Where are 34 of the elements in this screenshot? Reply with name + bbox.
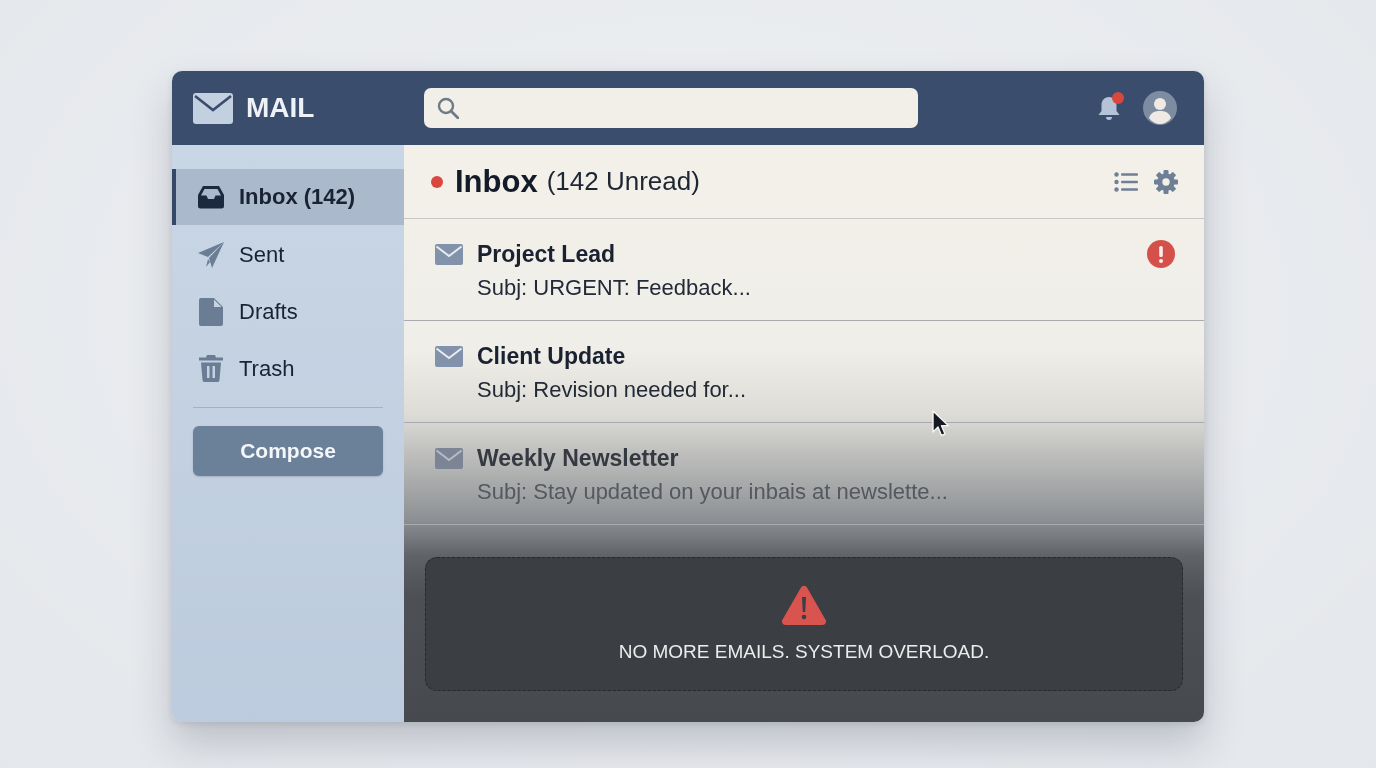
document-icon	[197, 297, 225, 326]
subject-line: Subj: Revision needed for...	[477, 376, 747, 404]
inbox-tray-icon	[197, 185, 225, 209]
mailbox-title: Inbox	[455, 163, 538, 200]
subject-line: Subj: Stay updated on your inbais at newslette...	[477, 478, 948, 506]
sidebar-item[interactable]: Trash	[172, 340, 404, 397]
warning-icon	[782, 585, 826, 625]
notice-message: NO MORE EMAILS. SYSTEM OVERLOAD.	[618, 641, 990, 663]
message-row[interactable]: Client Update Subj: Revision needed for...	[404, 321, 1204, 423]
message-row[interactable]: Weekly Newsletter Subj: Stay updated on your inbais at newslette...	[404, 423, 1204, 525]
sidebar-item[interactable]: Inbox (142)	[172, 169, 404, 225]
sender-name: Project Lead	[477, 240, 616, 268]
bell-icon[interactable]	[1097, 94, 1121, 122]
compose-button[interactable]: Compose	[193, 426, 383, 476]
envelope-icon	[435, 244, 463, 265]
paper-plane-icon	[197, 240, 225, 269]
mouse-pointer-icon	[932, 410, 950, 437]
message-row[interactable]: Project Lead Subj: URGENT: Feedback...	[404, 219, 1204, 321]
envelope-icon	[193, 92, 233, 124]
search-icon	[437, 97, 459, 119]
unread-count: (142 Unread)	[546, 166, 700, 197]
sender-name: Client Update	[477, 342, 626, 370]
sidebar-item[interactable]: Sent	[172, 226, 404, 283]
list-view-icon[interactable]	[1114, 171, 1138, 192]
sender-name: Weekly Newsletter	[477, 444, 679, 472]
envelope-icon	[435, 346, 463, 367]
search-field[interactable]	[424, 88, 918, 128]
envelope-icon	[435, 448, 463, 469]
sidebar-item[interactable]: Drafts	[172, 283, 404, 340]
settings-icon[interactable]	[1154, 169, 1178, 194]
avatar-icon[interactable]	[1143, 91, 1177, 125]
subject-line: Subj: URGENT: Feedback...	[477, 274, 751, 302]
app-title: MAIL	[246, 92, 315, 124]
trash-icon	[197, 355, 225, 382]
